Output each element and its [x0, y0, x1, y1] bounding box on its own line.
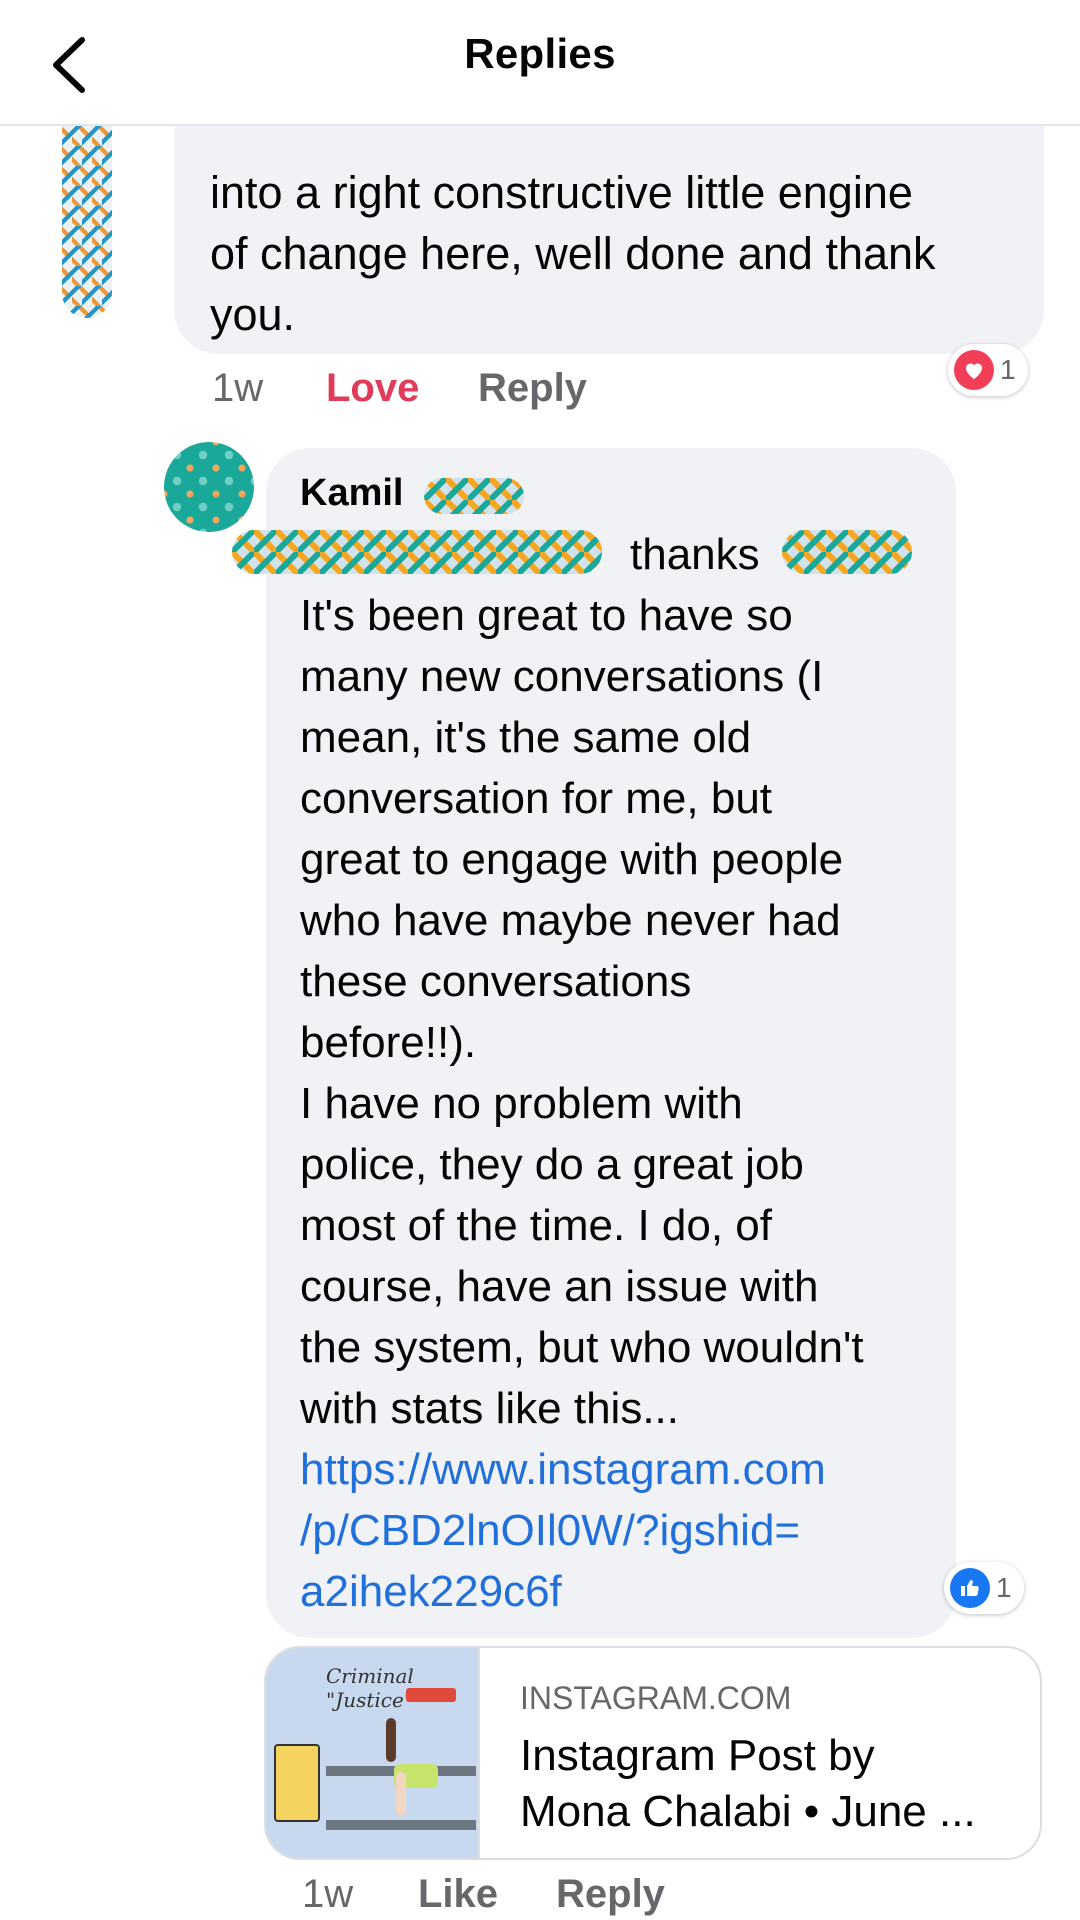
comment-line: the system, but who wouldn't	[300, 1323, 864, 1372]
link-preview-card[interactable]: Criminal "Justice" INSTAGRAM.COM Instagr…	[264, 1646, 1042, 1860]
comment-line: before!!).	[300, 1018, 477, 1067]
comment-line: conversation for me, but	[300, 774, 773, 823]
reply-button[interactable]: Reply	[478, 366, 587, 411]
comment-line: great to engage with people	[300, 835, 844, 884]
comment-line: of change here, well done and thank	[210, 228, 936, 279]
avatar[interactable]	[164, 442, 254, 532]
comment-line: thanks	[630, 530, 760, 579]
comment-line: It's been great to have so	[300, 591, 793, 640]
comment-line: mean, it's the same old	[300, 713, 752, 762]
link-thumbnail: Criminal "Justice"	[266, 1648, 480, 1858]
header-bar: Replies	[0, 0, 1080, 126]
comment-line: I have no problem with	[300, 1079, 743, 1128]
comment-text: thanks It's been great to have so many n…	[300, 524, 940, 1622]
page-title: Replies	[464, 30, 616, 77]
link-text[interactable]: https://www.instagram.com	[300, 1439, 940, 1500]
comment-timestamp: 1w	[302, 1872, 354, 1916]
comment-author[interactable]: Kamil	[300, 472, 403, 515]
comment-line: course, have an issue with	[300, 1262, 819, 1311]
reaction-summary[interactable]: 1	[948, 344, 1028, 396]
reaction-count: 1	[996, 1572, 1012, 1603]
comment-line: these conversations	[300, 957, 692, 1006]
runner-illustration	[386, 1718, 396, 1762]
comment-text: into a right constructive little engine …	[210, 162, 1010, 345]
link-domain: INSTAGRAM.COM	[520, 1680, 792, 1716]
heart-icon	[954, 350, 994, 390]
comment-line: you.	[210, 289, 296, 340]
track-illustration	[326, 1820, 476, 1830]
dice-illustration	[274, 1744, 320, 1822]
thumbnail-badge	[406, 1688, 456, 1702]
replies-screen: Replies into a right constructive little…	[0, 0, 1080, 1920]
reaction-summary[interactable]: 1	[944, 1562, 1024, 1614]
runner-illustration	[396, 1772, 406, 1816]
link-title-line: Mona Chalabi • June ...	[520, 1787, 976, 1836]
reply-button[interactable]: Reply	[556, 1872, 665, 1917]
comment-line: who have maybe never had	[300, 896, 841, 945]
like-button[interactable]: Like	[418, 1872, 498, 1917]
redacted-name	[424, 478, 524, 514]
comment-bubble[interactable]: into a right constructive little engine …	[174, 90, 1044, 354]
comment-line: police, they do a great job	[300, 1140, 804, 1189]
love-button[interactable]: Love	[326, 366, 419, 411]
link-text[interactable]: /p/CBD2lnOIl0W/?igshid=	[300, 1500, 940, 1561]
thumbs-up-icon	[950, 1568, 990, 1608]
comment-line: many new conversations (I	[300, 652, 824, 701]
avatar[interactable]	[62, 106, 112, 318]
comment-line: with stats like this...	[300, 1384, 680, 1433]
comment-timestamp: 1w	[212, 366, 264, 410]
reaction-count: 1	[1000, 354, 1016, 385]
comment-line: into a right constructive little engine	[210, 167, 913, 218]
link-text[interactable]: a2ihek229c6f	[300, 1561, 940, 1622]
link-title: Instagram Post by Mona Chalabi • June ..…	[520, 1728, 1020, 1840]
link-title-line: Instagram Post by	[520, 1731, 875, 1780]
comment-line: most of the time. I do, of	[300, 1201, 772, 1250]
